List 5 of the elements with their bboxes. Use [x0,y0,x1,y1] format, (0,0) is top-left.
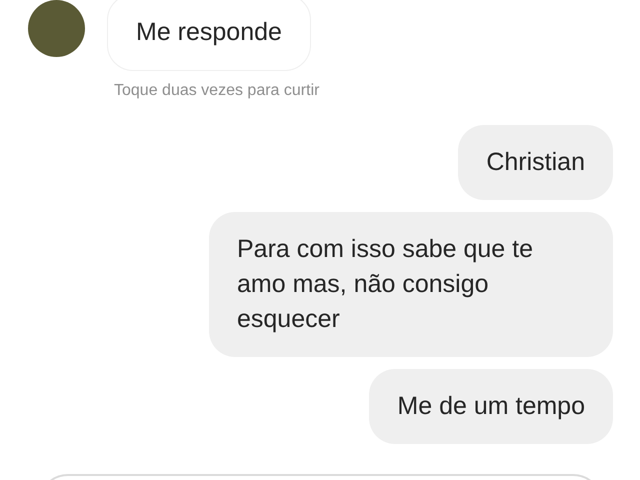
message-bubble: Me de um tempo [369,369,613,444]
message-bubble: Christian [458,125,613,200]
message-bubble: Me responde [107,0,311,71]
message-bubble: Para com isso sabe que te amo mas, não consigo esquecer [209,212,613,357]
hint-text: Toque duas vezes para curtir [114,81,320,101]
